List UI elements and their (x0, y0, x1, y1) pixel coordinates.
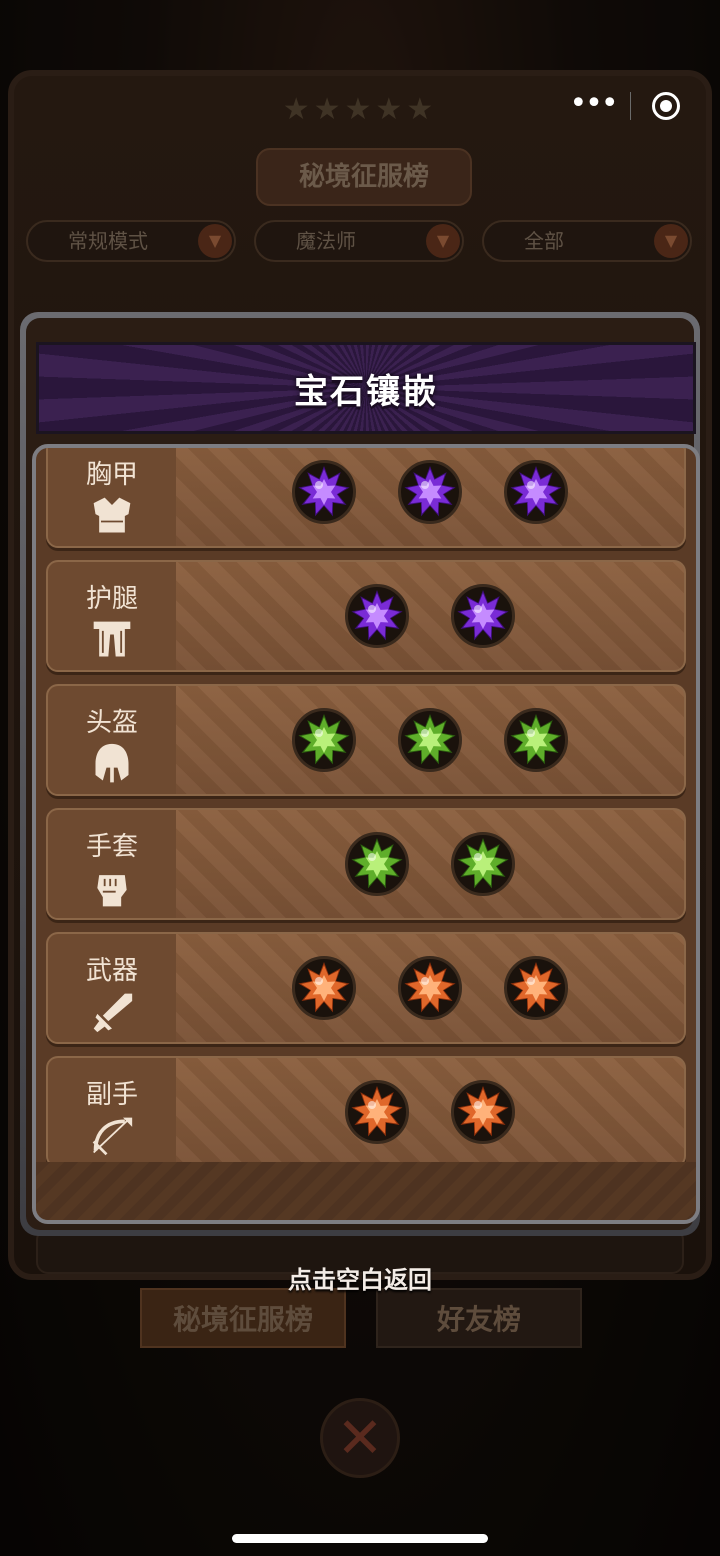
green-gem-icon[interactable] (292, 708, 356, 772)
gem-sockets (176, 448, 684, 546)
orange-gem-icon[interactable] (398, 956, 462, 1020)
corner-ornament-icon (44, 1173, 95, 1213)
miniprogram-capsule: ••• (560, 86, 700, 126)
class-filter-dropdown[interactable]: 魔法师 ▼ (254, 220, 464, 262)
equipment-slot-row[interactable]: 胸甲 (46, 448, 686, 548)
equipment-slot-row[interactable]: 护腿 (46, 560, 686, 672)
chevron-down-icon: ▼ (198, 224, 232, 258)
purple-gem-icon[interactable] (451, 584, 515, 648)
gem-inlay-popup: 宝石镶嵌 胸甲护腿头盔手套武器副手 (20, 312, 700, 1236)
purple-gem-icon[interactable] (345, 584, 409, 648)
slot-label-panel: 头盔 (48, 686, 176, 794)
gem-sockets (176, 562, 684, 670)
gem-sockets (176, 934, 684, 1042)
close-x-icon[interactable]: ✕ (320, 1398, 400, 1478)
tap-blank-to-return-hint[interactable]: 点击空白返回 (0, 1260, 720, 1295)
slot-list[interactable]: 胸甲护腿头盔手套武器副手 (46, 448, 686, 1180)
tab-conquest-leaderboard[interactable]: 秘境征服榜 (140, 1288, 346, 1348)
green-gem-icon[interactable] (398, 708, 462, 772)
equipment-slot-row[interactable]: 手套 (46, 808, 686, 920)
orange-gem-icon[interactable] (345, 1080, 409, 1144)
class-filter-label: 魔法师 (296, 229, 356, 253)
sword-icon (93, 993, 133, 1033)
slot-label-panel: 胸甲 (48, 448, 176, 546)
purple-gem-icon[interactable] (504, 460, 568, 524)
green-gem-icon[interactable] (451, 832, 515, 896)
green-gem-icon[interactable] (504, 708, 568, 772)
purple-gem-icon[interactable] (398, 460, 462, 524)
slot-name: 头盔 (85, 708, 138, 738)
gauntlet-icon (97, 875, 127, 907)
target-icon[interactable] (652, 92, 680, 120)
more-dots-icon[interactable]: ••• (560, 86, 626, 126)
capsule-divider (630, 92, 631, 120)
orange-gem-icon[interactable] (504, 956, 568, 1020)
gem-sockets (176, 1058, 684, 1166)
orange-gem-icon[interactable] (451, 1080, 515, 1144)
mode-filter-label: 常规模式 (68, 229, 148, 253)
home-indicator[interactable] (232, 1534, 488, 1543)
popup-header: 宝石镶嵌 (36, 342, 696, 434)
gem-sockets (176, 810, 684, 918)
equipment-slot-row[interactable]: 头盔 (46, 684, 686, 796)
chevron-down-icon: ▼ (426, 224, 460, 258)
helmet-icon (95, 743, 129, 783)
gem-sockets (176, 686, 684, 794)
mode-filter-dropdown[interactable]: 常规模式 ▼ (26, 220, 236, 262)
popup-body: 宝石镶嵌 胸甲护腿头盔手套武器副手 (26, 318, 700, 1230)
slot-label-panel: 武器 (48, 934, 176, 1042)
equipment-slot-row[interactable]: 副手 (46, 1056, 686, 1168)
popup-title: 宝石镶嵌 (294, 371, 438, 412)
slot-label-panel: 手套 (48, 810, 176, 918)
orange-gem-icon[interactable] (292, 956, 356, 1020)
chest-armor-icon (93, 497, 131, 533)
slot-name: 护腿 (85, 584, 138, 614)
tab-friends-leaderboard[interactable]: 好友榜 (376, 1288, 582, 1348)
slot-name: 胸甲 (85, 460, 138, 490)
chevron-down-icon: ▼ (654, 224, 688, 258)
scope-filter-label: 全部 (524, 229, 564, 253)
slot-label-panel: 副手 (48, 1058, 176, 1166)
leg-armor-icon (93, 621, 131, 657)
leaderboard-title: 秘境征服榜 (256, 148, 472, 206)
rank-stars: ★★★★★ (282, 92, 438, 127)
equipment-slot-row[interactable]: 武器 (46, 932, 686, 1044)
corner-ornament-icon (637, 1173, 688, 1213)
green-gem-icon[interactable] (345, 832, 409, 896)
scope-filter-dropdown[interactable]: 全部 ▼ (482, 220, 692, 262)
slot-label-panel: 护腿 (48, 562, 176, 670)
purple-gem-icon[interactable] (292, 460, 356, 524)
slot-name: 武器 (85, 956, 138, 986)
slot-list-frame: 胸甲护腿头盔手套武器副手 (32, 444, 700, 1224)
slot-name: 手套 (85, 832, 138, 862)
bow-icon (92, 1117, 133, 1156)
slot-name: 副手 (85, 1080, 138, 1110)
